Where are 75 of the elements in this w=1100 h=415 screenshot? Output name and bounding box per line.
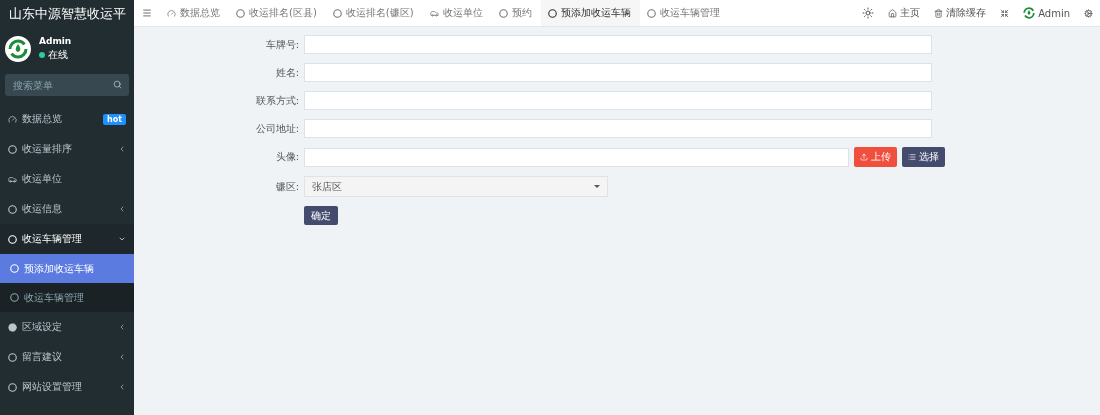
input-field[interactable] — [304, 119, 932, 138]
brand-title: 山东中源智慧收运平 — [7, 4, 127, 23]
upload-button[interactable]: 上传 — [854, 147, 897, 167]
select-field[interactable]: 张店区 — [304, 176, 608, 197]
circle-icon — [332, 8, 342, 18]
settings-icon — [1084, 8, 1093, 18]
field-label: 联系方式: — [254, 93, 299, 108]
circle-icon — [547, 8, 557, 18]
sun-icon — [862, 7, 875, 19]
search-icon — [113, 80, 122, 89]
submit-button[interactable]: 确定 — [304, 206, 338, 225]
dashboard-icon — [8, 114, 17, 124]
online-dot — [39, 51, 45, 58]
choose-button[interactable]: 选择 — [902, 147, 945, 167]
sidebar-item[interactable]: 收运车辆管理 — [0, 224, 134, 254]
sidebar-item[interactable]: 区域设定 — [0, 312, 134, 342]
toolbar-link[interactable]: 清除缓存 — [927, 0, 994, 26]
tab[interactable]: 收运单位 — [422, 0, 492, 26]
tab[interactable]: 收运排名(区县) — [229, 0, 326, 26]
sidebar-item[interactable]: 数据总览 hot — [0, 104, 134, 134]
field-label: 头像: — [274, 150, 299, 164]
circle-icon — [646, 8, 656, 18]
field-label: 车牌号: — [264, 37, 299, 52]
car-icon — [429, 8, 439, 18]
hot-badge: hot — [103, 113, 126, 125]
menu-icon — [142, 8, 152, 18]
home-icon — [888, 8, 898, 18]
user-name: Admin — [39, 35, 72, 46]
tab[interactable]: 预添加收运车辆 — [540, 0, 640, 26]
caret-icon — [594, 185, 600, 188]
car-icon — [8, 174, 17, 184]
circle-icon — [8, 234, 17, 244]
circle-icon — [8, 204, 17, 214]
chevron-left-icon — [118, 323, 126, 331]
trash-icon — [934, 8, 944, 18]
upload-icon — [860, 153, 868, 161]
circle-icon — [8, 144, 17, 154]
input-field[interactable] — [304, 63, 932, 82]
sidebar-item[interactable]: 留言建议 — [0, 342, 134, 372]
sidebar-subitem[interactable]: 预添加收运车辆 — [0, 254, 134, 283]
sidebar-item[interactable]: 网站设置管理 — [0, 372, 134, 402]
circle-icon — [498, 8, 508, 18]
sidebar-item[interactable]: 收运单位 — [0, 164, 134, 194]
tab[interactable]: 收运车辆管理 — [639, 0, 729, 26]
input-field[interactable] — [304, 147, 849, 167]
dot-icon — [8, 322, 17, 332]
tab[interactable]: 收运排名(镰区) — [325, 0, 423, 26]
chevron-down-icon — [118, 235, 126, 243]
sidebar-item[interactable]: 收运量排序 — [0, 134, 134, 164]
toolbar-link[interactable]: 主页 — [881, 0, 928, 26]
circle-icon — [8, 382, 17, 392]
chevron-left-icon — [118, 205, 126, 213]
input-field[interactable] — [304, 35, 932, 54]
chevron-left-icon — [118, 383, 126, 391]
chevron-left-icon — [118, 353, 126, 361]
field-label: 公司地址: — [254, 121, 299, 136]
sidebar-item[interactable]: 收运信息 — [0, 194, 134, 224]
field-label: 姓名: — [274, 65, 299, 80]
list-icon — [908, 153, 916, 161]
input-field[interactable] — [304, 91, 932, 110]
fullscreen-icon — [1000, 8, 1010, 18]
search-field[interactable]: 搜索菜单 — [5, 74, 129, 96]
dashboard-icon — [167, 8, 176, 18]
tab[interactable]: 预约 — [491, 0, 541, 26]
toolbar-link[interactable]: Admin — [1016, 0, 1077, 26]
circle-icon — [10, 293, 19, 302]
chevron-left-icon — [118, 145, 126, 153]
circle-icon — [236, 8, 245, 18]
user-status: 在线 — [48, 47, 68, 62]
sidebar-subitem[interactable]: 收运车辆管理 — [0, 283, 134, 312]
tab[interactable]: 数据总览 — [160, 0, 229, 26]
field-label: 镰区: — [274, 179, 299, 194]
circle-icon — [10, 264, 19, 273]
circle-icon — [8, 352, 17, 362]
logo-icon — [1023, 7, 1036, 19]
